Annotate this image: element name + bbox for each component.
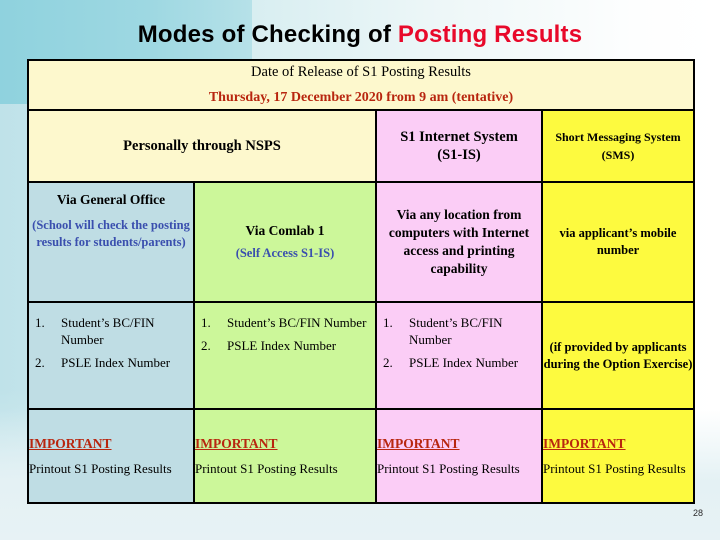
- sms-note-text: (if provided by applicants during the Op…: [543, 339, 693, 371]
- important-comlab: IMPORTANT Printout S1 Posting Results: [193, 408, 377, 504]
- method-general-office-title: Via General Office: [56, 192, 166, 207]
- list-item: 2. PSLE Index Number: [383, 354, 537, 371]
- important-sms: IMPORTANT Printout S1 Posting Results: [540, 408, 696, 504]
- method-general-office: Via General Office (School will check th…: [27, 181, 195, 303]
- requirement-number: 2.: [35, 355, 45, 370]
- list-item: 1. Student’s BC/FIN Number: [35, 314, 189, 354]
- important-internet: IMPORTANT Printout S1 Posting Results: [375, 408, 543, 504]
- requirement-list: 1. Student’s BC/FIN Number 2. PSLE Index…: [29, 312, 193, 373]
- page-title-main: Modes of Checking of: [137, 21, 398, 48]
- page-title: Modes of Checking of Posting Results: [0, 20, 720, 50]
- header-personally-nsps: Personally through NSPS: [27, 109, 377, 183]
- method-comlab-title: Via Comlab 1: [245, 223, 325, 238]
- list-item: 2. PSLE Index Number: [35, 354, 189, 371]
- requirement-text: PSLE Index Number: [61, 355, 171, 370]
- posting-results-matrix: Date of Release of S1 Posting Results Th…: [26, 59, 696, 504]
- method-sms: via applicant’s mobile number: [540, 181, 696, 303]
- header-s1is-line1: S1 Internet System: [400, 129, 518, 145]
- list-item: 2. PSLE Index Number: [201, 337, 371, 354]
- important-body: Printout S1 Posting Results: [195, 461, 338, 476]
- release-date-banner: Date of Release of S1 Posting Results Th…: [26, 59, 696, 111]
- table-row-method-descriptions: Via General Office (School will check th…: [27, 181, 696, 303]
- table-row-important: IMPORTANT Printout S1 Posting Results IM…: [27, 408, 696, 504]
- release-date-label: Date of Release of S1 Posting Results: [251, 64, 471, 80]
- list-item: 1. Student’s BC/FIN Number: [383, 314, 537, 354]
- requirement-list: 1. Student’s BC/FIN Number 2. PSLE Index…: [377, 312, 541, 373]
- list-item: 1. Student’s BC/FIN Number: [201, 314, 371, 337]
- table-row-release-date: Date of Release of S1 Posting Results Th…: [26, 59, 696, 111]
- requirement-list: 1. Student’s BC/FIN Number 2. PSLE Index…: [195, 312, 375, 356]
- important-body: Printout S1 Posting Results: [543, 461, 686, 476]
- requirement-text: Student’s BC/FIN Number: [227, 315, 367, 330]
- table-row-channel-headers: Personally through NSPS S1 Internet Syst…: [27, 109, 696, 183]
- method-comlab-sub: (Self Access S1-IS): [235, 246, 335, 260]
- header-s1-internet-system: S1 Internet System (S1-IS): [375, 109, 543, 183]
- requirement-text: Student’s BC/FIN Number: [61, 315, 155, 347]
- important-general-office: IMPORTANT Printout S1 Posting Results: [27, 408, 195, 504]
- method-general-office-sub: (School will check the posting results f…: [32, 218, 190, 249]
- requirement-number: 1.: [201, 315, 211, 330]
- important-heading: IMPORTANT: [543, 436, 626, 451]
- important-heading: IMPORTANT: [29, 436, 112, 451]
- requirement-text: PSLE Index Number: [409, 355, 519, 370]
- page-number: 28: [692, 508, 703, 518]
- requirement-text: Student’s BC/FIN Number: [409, 315, 503, 347]
- requirements-sms-note: (if provided by applicants during the Op…: [540, 301, 696, 410]
- important-heading: IMPORTANT: [377, 436, 460, 451]
- requirements-comlab: 1. Student’s BC/FIN Number 2. PSLE Index…: [193, 301, 377, 410]
- method-comlab: Via Comlab 1 (Self Access S1-IS): [193, 181, 377, 303]
- release-date-value: Thursday, 17 December 2020 from 9 am (te…: [208, 90, 514, 105]
- important-heading: IMPORTANT: [195, 436, 278, 451]
- header-sms-line2: (SMS): [601, 148, 635, 162]
- header-short-messaging-system: Short Messaging System (SMS): [540, 109, 696, 183]
- method-internet-text: Via any location from computers with Int…: [388, 207, 530, 276]
- method-sms-text: via applicant’s mobile number: [559, 226, 677, 257]
- table-row-requirements: 1. Student’s BC/FIN Number 2. PSLE Index…: [27, 301, 696, 410]
- header-s1is-line2: (S1-IS): [437, 147, 481, 163]
- slide-canvas: Modes of Checking of Posting Results Dat…: [0, 0, 720, 540]
- requirement-number: 1.: [35, 315, 45, 330]
- requirements-general-office: 1. Student’s BC/FIN Number 2. PSLE Index…: [27, 301, 195, 410]
- requirements-internet: 1. Student’s BC/FIN Number 2. PSLE Index…: [375, 301, 543, 410]
- important-body: Printout S1 Posting Results: [377, 461, 520, 476]
- important-body: Printout S1 Posting Results: [29, 461, 172, 476]
- page-title-accent: Posting Results: [397, 21, 583, 48]
- requirement-number: 2.: [383, 355, 393, 370]
- requirement-text: PSLE Index Number: [227, 338, 337, 353]
- requirement-number: 2.: [201, 338, 211, 353]
- header-sms-line1: Short Messaging System: [555, 130, 681, 144]
- requirement-number: 1.: [383, 315, 393, 330]
- method-internet: Via any location from computers with Int…: [375, 181, 543, 303]
